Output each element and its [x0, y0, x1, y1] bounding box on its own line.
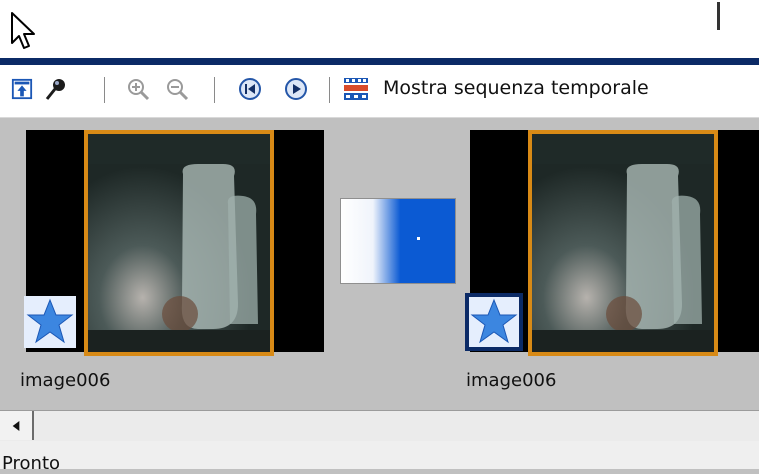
clip-image	[528, 130, 718, 356]
storyboard-up-icon[interactable]	[8, 75, 36, 103]
horizontal-scrollbar[interactable]	[0, 410, 759, 442]
clip-label: image006	[466, 370, 557, 391]
scroll-left-arrow-icon[interactable]	[0, 411, 34, 440]
clip-thumbnail[interactable]	[465, 130, 759, 356]
clip-image	[84, 130, 274, 356]
pin-icon[interactable]	[42, 75, 70, 103]
mouse-pointer-icon	[8, 10, 40, 54]
zoom-in-icon[interactable]	[124, 75, 152, 103]
zoom-out-icon[interactable]	[163, 75, 191, 103]
status-bar: Pronto	[0, 441, 759, 474]
top-canvas	[0, 0, 759, 58]
clip-thumbnail[interactable]	[24, 130, 324, 356]
rewind-icon[interactable]	[236, 75, 264, 103]
timeline-icon[interactable]	[342, 75, 370, 103]
storyboard-panel: image006 image006	[0, 118, 759, 410]
status-text: Pronto	[2, 453, 61, 474]
clip-label: image006	[20, 370, 111, 391]
star-effect-icon[interactable]	[24, 296, 76, 348]
text-caret	[717, 2, 720, 30]
play-icon[interactable]	[282, 75, 310, 103]
accent-divider	[0, 58, 759, 65]
star-effect-icon[interactable]	[465, 293, 523, 351]
show-timeline-button-label[interactable]: Mostra sequenza temporale	[383, 77, 649, 99]
storyboard-toolbar: Mostra sequenza temporale	[0, 65, 759, 118]
fade-transition-icon[interactable]	[340, 198, 456, 284]
